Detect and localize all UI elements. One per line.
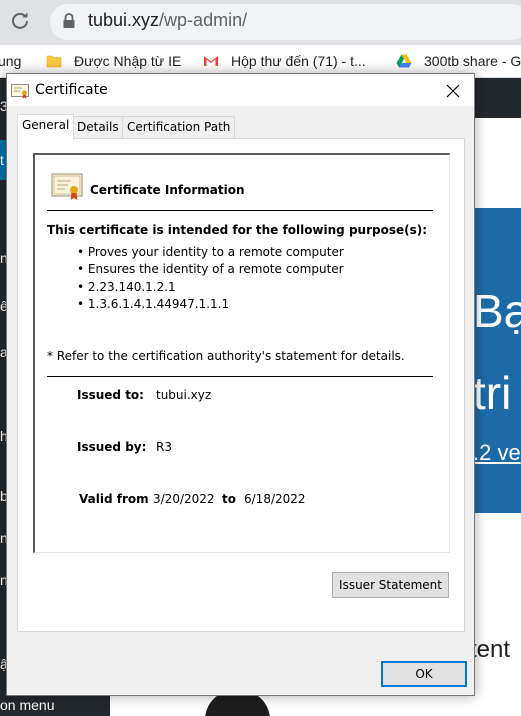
purpose-text: Proves your identity to a remote compute… xyxy=(87,245,344,259)
issuer-statement-button[interactable]: Issuer Statement xyxy=(332,572,449,598)
purpose-heading: This certificate is intended for the fol… xyxy=(47,223,428,237)
folder-icon xyxy=(46,55,62,68)
bookmark-drive[interactable]: 300tb share - G xyxy=(424,53,521,69)
purpose-item: • Ensures the identity of a remote compu… xyxy=(77,262,344,276)
purpose-item: • Proves your identity to a remote compu… xyxy=(77,245,344,259)
purpose-item: • 1.3.6.1.4.1.44947.1.1.1 xyxy=(77,297,230,311)
welcome-panel xyxy=(475,208,521,513)
welcome-title-line: Bạ xyxy=(473,285,521,337)
issued-by-label: Issued by: xyxy=(77,440,147,454)
issued-to-value: tubui.xyz xyxy=(156,388,212,402)
tab-details[interactable]: Details xyxy=(72,116,124,138)
bookmark-item[interactable]: ung xyxy=(0,53,21,69)
welcome-version-link[interactable]: .2 ve xyxy=(473,440,521,466)
url-path: /wp-admin/ xyxy=(159,10,248,30)
tab-certification-path[interactable]: Certification Path xyxy=(122,116,236,138)
gmail-icon xyxy=(204,56,218,66)
separator xyxy=(47,210,433,211)
certificate-info-box: Certificate Information This certificate… xyxy=(33,153,450,553)
valid-to-value: 6/18/2022 xyxy=(244,492,306,506)
browser-toolbar: tubui.xyz/wp-admin/ xyxy=(0,0,521,45)
separator xyxy=(47,376,433,377)
dialog-title: Certificate xyxy=(35,82,108,98)
bookmark-gmail[interactable]: Hộp thư đến (71) - t... xyxy=(231,53,366,69)
collapse-menu-link[interactable]: on menu xyxy=(0,697,54,713)
certificate-icon xyxy=(51,173,83,200)
issued-by-value: R3 xyxy=(156,440,172,454)
issued-to-label: Issued to: xyxy=(77,388,144,402)
url-host: tubui.xyz xyxy=(88,10,160,30)
reload-icon[interactable] xyxy=(10,10,30,30)
url-text[interactable]: tubui.xyz/wp-admin/ xyxy=(88,10,247,31)
valid-from-value: 3/20/2022 xyxy=(153,492,215,506)
purpose-text: 2.23.140.1.2.1 xyxy=(87,280,176,294)
purpose-item: • 2.23.140.1.2.1 xyxy=(77,280,176,294)
certificate-info-title: Certificate Information xyxy=(90,183,245,197)
valid-from-label: Valid from xyxy=(79,492,149,506)
certificate-dialog: Certificate General Details Certificatio… xyxy=(6,73,475,696)
purpose-text: Ensures the identity of a remote compute… xyxy=(87,262,344,276)
lock-icon[interactable] xyxy=(62,13,76,29)
close-button[interactable] xyxy=(436,78,470,104)
ca-statement-note: * Refer to the certification authority's… xyxy=(47,349,405,363)
welcome-title-line: tri xyxy=(473,367,512,419)
sidebar-item-fragment[interactable]: t xyxy=(0,152,4,168)
google-drive-icon xyxy=(396,54,412,68)
bookmark-folder-ie[interactable]: Được Nhập từ IE xyxy=(74,53,181,69)
dialog-titlebar[interactable]: Certificate xyxy=(7,74,474,106)
page-heading-fragment: tent xyxy=(470,636,511,663)
general-tab-panel: Certificate Information This certificate… xyxy=(17,138,465,632)
certificate-icon xyxy=(11,84,29,99)
purpose-text: 1.3.6.1.4.1.44947.1.1.1 xyxy=(87,297,230,311)
close-icon xyxy=(446,84,460,98)
tab-general[interactable]: General xyxy=(17,114,75,140)
valid-to-label: to xyxy=(222,492,236,506)
ok-button[interactable]: OK xyxy=(381,661,467,687)
